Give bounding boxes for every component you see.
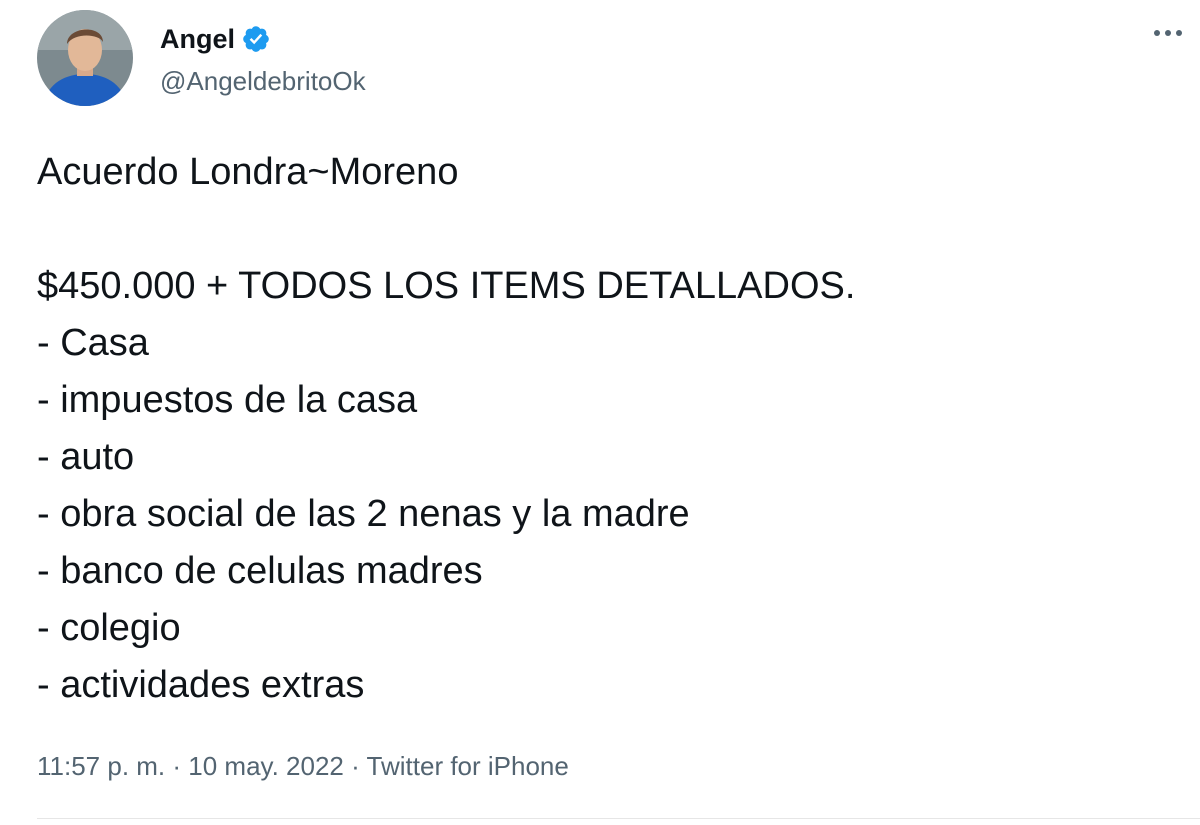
tweet-line-item: - actividades extras xyxy=(37,664,365,706)
tweet-line-item: - impuestos de la casa xyxy=(37,379,418,421)
more-horizontal-icon xyxy=(1154,30,1182,36)
meta-separator: · xyxy=(343,751,367,781)
meta-separator: · xyxy=(165,751,189,781)
tweet-metadata: 11:57 p. m. · 10 may. 2022 · Twitter for… xyxy=(37,746,569,786)
verified-badge-icon xyxy=(243,26,269,52)
tweet-line-title: Acuerdo Londra~Moreno xyxy=(37,151,459,193)
tweet-date[interactable]: 10 may. 2022 xyxy=(188,751,344,781)
tweet-line-item: - auto xyxy=(37,436,135,478)
avatar-image xyxy=(37,10,133,106)
tweet-time[interactable]: 11:57 p. m. xyxy=(37,751,165,781)
tweet-line-item: - banco de celulas madres xyxy=(37,550,483,592)
tweet-line-item: - Casa xyxy=(37,322,149,364)
author-handle[interactable]: @AngeldebritoOk xyxy=(160,64,366,98)
more-options-button[interactable] xyxy=(1148,18,1188,48)
tweet-card: Angel @AngeldebritoOk Acuerdo Londra~Mor… xyxy=(0,0,1200,825)
author-name-row[interactable]: Angel xyxy=(160,22,271,56)
divider xyxy=(37,818,1200,819)
tweet-source-link[interactable]: Twitter for iPhone xyxy=(367,751,569,781)
avatar[interactable] xyxy=(37,10,133,106)
tweet-line-item: - obra social de las 2 nenas y la madre xyxy=(37,493,690,535)
tweet-line-amount: $450.000 + TODOS LOS ITEMS DETALLADOS. xyxy=(37,265,856,307)
tweet-text: Acuerdo Londra~Moreno $450.000 + TODOS L… xyxy=(37,144,1167,714)
tweet-line-item: - colegio xyxy=(37,607,181,649)
author-name[interactable]: Angel xyxy=(160,22,235,56)
